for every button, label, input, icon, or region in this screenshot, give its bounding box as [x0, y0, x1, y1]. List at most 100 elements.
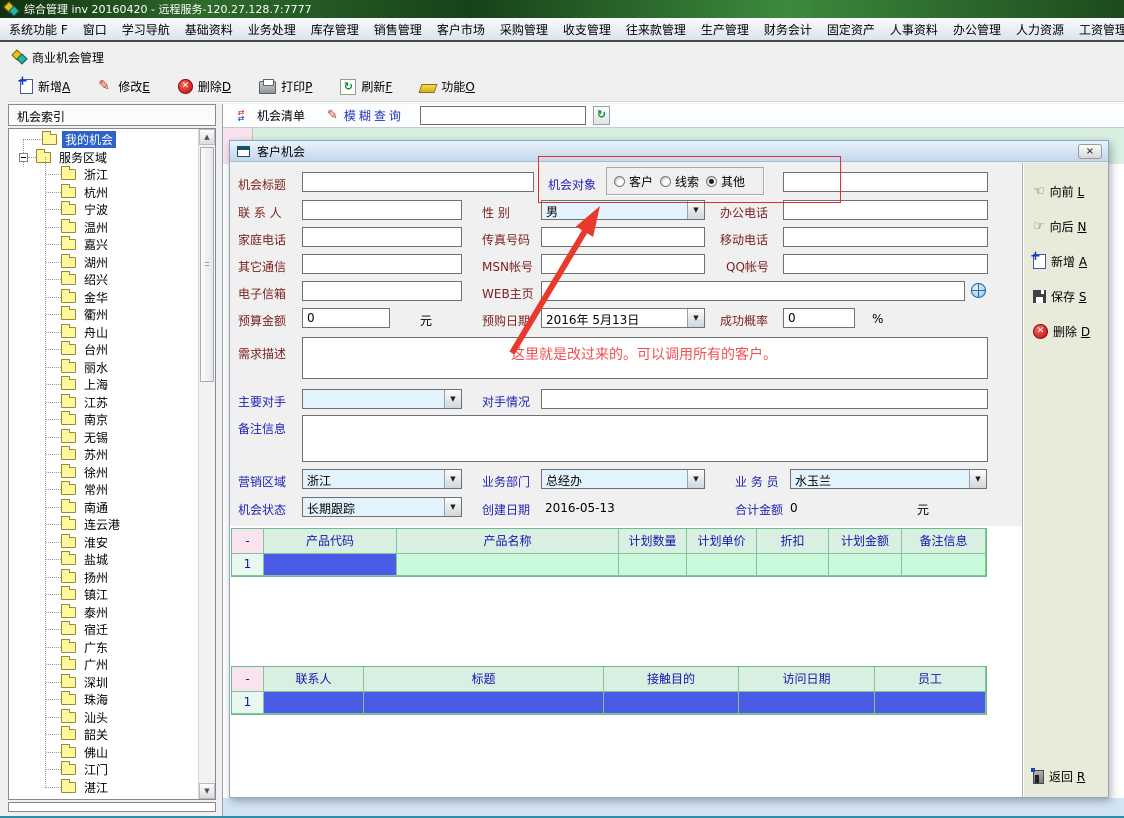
tree-item-region[interactable]: 无锡: [9, 429, 215, 447]
tree-item-region[interactable]: 扬州: [9, 569, 215, 587]
tree-item-region[interactable]: 江门: [9, 761, 215, 779]
table-cell[interactable]: [619, 554, 687, 576]
tree-item-region[interactable]: 绍兴: [9, 271, 215, 289]
chevron-down-icon[interactable]: ▼: [444, 498, 461, 516]
table-cell[interactable]: [397, 554, 619, 576]
region-select[interactable]: 浙江▼: [302, 469, 462, 489]
refresh-button[interactable]: ↻ 刷新F: [336, 76, 396, 97]
table-cell[interactable]: [829, 554, 902, 576]
tree-item-region[interactable]: 常州: [9, 481, 215, 499]
tree-item-region[interactable]: 深圳: [9, 674, 215, 692]
menu-item[interactable]: 办公管理: [953, 21, 1001, 38]
dialog-close-icon[interactable]: ×: [1078, 144, 1102, 159]
fuzzy-search-button[interactable]: 模糊查询: [344, 107, 404, 124]
search-input[interactable]: [420, 106, 586, 125]
scrollbar-thumb[interactable]: [200, 147, 214, 382]
table-cell-selected[interactable]: [875, 692, 986, 714]
edit-button[interactable]: ✎ 修改E: [94, 76, 154, 97]
tree-item-region[interactable]: 丽水: [9, 359, 215, 377]
return-button[interactable]: 返回 R: [1033, 768, 1085, 785]
menu-item[interactable]: 窗口: [83, 21, 107, 38]
menu-item[interactable]: 收支管理: [563, 21, 611, 38]
delete-button[interactable]: ✕ 删除D: [174, 76, 235, 97]
save-button[interactable]: 保存 S: [1023, 286, 1108, 306]
table-cell-selected[interactable]: [364, 692, 604, 714]
menu-item[interactable]: 财务会计: [764, 21, 812, 38]
tree-item-region[interactable]: 温州: [9, 219, 215, 237]
tree-item-region[interactable]: 湛江: [9, 779, 215, 797]
tree-item-region[interactable]: 江苏: [9, 394, 215, 412]
opp-title-input[interactable]: [302, 172, 534, 192]
tree-item-region[interactable]: 南通: [9, 499, 215, 517]
tree-item-service-regions[interactable]: 服务区域: [9, 149, 215, 167]
menu-item[interactable]: 固定资产: [827, 21, 875, 38]
menu-item[interactable]: 人事资料: [890, 21, 938, 38]
tree-item-region[interactable]: 嘉兴: [9, 236, 215, 254]
previous-button[interactable]: ☜ 向前 L: [1023, 181, 1108, 201]
tree-item-region[interactable]: 衢州: [9, 306, 215, 324]
tree-item-my-opportunities[interactable]: 我的机会: [9, 131, 215, 149]
new-button[interactable]: 新增 A: [1023, 251, 1108, 271]
chevron-down-icon[interactable]: ▼: [687, 309, 704, 327]
tree-item-region[interactable]: 汕头: [9, 709, 215, 727]
tree-item-region[interactable]: 珠海: [9, 691, 215, 709]
tree-item-region[interactable]: 浙江: [9, 166, 215, 184]
table-cell-selected[interactable]: [604, 692, 739, 714]
next-button[interactable]: ☞ 向后 N: [1023, 216, 1108, 236]
table-cell-selected[interactable]: [739, 692, 875, 714]
qq-input[interactable]: [783, 254, 988, 274]
search-refresh-icon[interactable]: ↻: [593, 106, 610, 125]
tree-item-region[interactable]: 宁波: [9, 201, 215, 219]
table-cell[interactable]: [687, 554, 757, 576]
globe-icon[interactable]: [971, 283, 986, 298]
tree-item-region[interactable]: 广州: [9, 656, 215, 674]
tree-item-region[interactable]: 湖州: [9, 254, 215, 272]
other-comm-input[interactable]: [302, 254, 462, 274]
table-cell[interactable]: [902, 554, 986, 576]
office-phone-input[interactable]: [783, 200, 988, 220]
tree-item-region[interactable]: 盐城: [9, 551, 215, 569]
remark-textarea[interactable]: [302, 415, 988, 462]
tree-item-region[interactable]: 南京: [9, 411, 215, 429]
home-phone-input[interactable]: [302, 227, 462, 247]
mobile-input[interactable]: [783, 227, 988, 247]
tree-item-region[interactable]: 韶关: [9, 726, 215, 744]
menu-item[interactable]: 学习导航: [122, 21, 170, 38]
menu-item[interactable]: 生产管理: [701, 21, 749, 38]
success-rate-input[interactable]: [783, 308, 855, 328]
menu-item[interactable]: 销售管理: [374, 21, 422, 38]
table-cell-selected[interactable]: [264, 554, 397, 576]
menu-item[interactable]: 库存管理: [311, 21, 359, 38]
window-titlebar[interactable]: 综合管理 inv 20160420 - 远程服务-120.27.128.7:77…: [0, 0, 1124, 18]
menu-item[interactable]: 采购管理: [500, 21, 548, 38]
contact-input[interactable]: [302, 200, 462, 220]
row-number-cell[interactable]: 1: [232, 692, 264, 714]
table-cell-selected[interactable]: [264, 692, 364, 714]
menu-item[interactable]: 系统功能 F: [9, 21, 68, 38]
dept-select[interactable]: 总经办▼: [541, 469, 705, 489]
menu-item[interactable]: 基础资料: [185, 21, 233, 38]
budget-input[interactable]: [302, 308, 390, 328]
row-number-cell[interactable]: 1: [232, 554, 264, 576]
tree-item-region[interactable]: 杭州: [9, 184, 215, 202]
chevron-down-icon[interactable]: ▼: [444, 470, 461, 488]
tree-item-region[interactable]: 连云港: [9, 516, 215, 534]
tree-item-region[interactable]: 舟山: [9, 324, 215, 342]
menu-item[interactable]: 业务处理: [248, 21, 296, 38]
chevron-down-icon[interactable]: ▼: [687, 470, 704, 488]
email-input[interactable]: [302, 281, 462, 301]
competitor-info-input[interactable]: [541, 389, 988, 409]
competitor-select[interactable]: ▼: [302, 389, 462, 409]
menu-item[interactable]: 工资管理: [1079, 21, 1124, 38]
salesman-select[interactable]: 水玉兰▼: [790, 469, 987, 489]
tree-item-region[interactable]: 苏州: [9, 446, 215, 464]
add-button[interactable]: 新增A: [16, 76, 74, 97]
function-button[interactable]: 功能O: [416, 76, 478, 97]
chevron-down-icon[interactable]: ▼: [687, 201, 704, 219]
print-button[interactable]: 打印P: [255, 76, 316, 97]
chevron-down-icon[interactable]: ▼: [969, 470, 986, 488]
scroll-down-icon[interactable]: ▼: [199, 783, 215, 799]
menu-item[interactable]: 客户市场: [437, 21, 485, 38]
tree-item-region[interactable]: 镇江: [9, 586, 215, 604]
tree-scrollbar[interactable]: ▲ ▼: [198, 129, 215, 799]
